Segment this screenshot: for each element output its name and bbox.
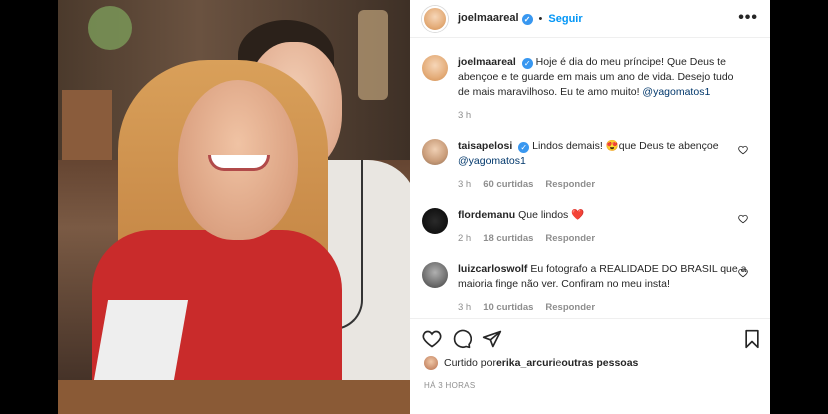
backdrop [770,0,828,414]
reply-button[interactable]: Responder [545,231,595,246]
photo-decoration [62,90,112,160]
caption-mention[interactable]: @yagomatos1 [642,86,710,98]
heart-icon[interactable] [422,329,442,349]
photo-table [58,380,410,414]
comment-time[interactable]: 3 h [458,300,471,315]
liked-by: Curtido por erika_arcuri e outras pessoa… [424,356,638,370]
post-panel: joelmaareal ✓ • Seguir ••• joelmaareal ✓ … [410,0,770,414]
comment-avatar[interactable] [422,208,448,234]
comment-item: luizcarloswolf Eu fotografo a REALIDADE … [422,262,758,315]
reply-button[interactable]: Responder [545,300,595,315]
comment-item: taisapelosi ✓ Lindos demais! 😍que Deus t… [422,139,758,192]
screen: joelmaareal ✓ • Seguir ••• joelmaareal ✓ … [0,0,828,414]
photo-decoration [88,6,132,50]
post-photo[interactable] [58,0,410,414]
comment-username[interactable]: flordemanu [458,209,515,221]
comment-avatar[interactable] [422,139,448,165]
photo-decoration [358,10,388,100]
verified-icon: ✓ [521,14,533,25]
caption-avatar[interactable] [422,55,448,81]
comment-likes[interactable]: 18 curtidas [483,231,533,246]
reply-button[interactable]: Responder [545,177,595,192]
author-username[interactable]: joelmaareal ✓ [458,12,533,25]
caption: joelmaareal ✓ Hoje é dia do meu príncipe… [422,55,758,123]
like-comment-icon[interactable] [738,145,748,155]
comment-item: flordemanu Que lindos ❤️ 2 h 18 curtidas… [422,208,758,246]
comment-mention[interactable]: @yagomatos1 [458,155,526,167]
liked-by-others[interactable]: outras pessoas [561,357,638,369]
verified-icon: ✓ [518,142,530,153]
share-icon[interactable] [482,329,502,349]
verified-icon: ✓ [521,58,533,69]
woman-smile [208,155,270,171]
comment-text: Que lindos ❤️ [518,209,585,221]
bookmark-icon[interactable] [742,329,762,349]
comment-avatar[interactable] [422,262,448,288]
comment-icon[interactable] [452,329,472,349]
comment-username[interactable]: luizcarloswolf [458,263,527,275]
post-timestamp[interactable]: HÁ 3 HORAS [424,381,475,390]
like-comment-icon[interactable] [738,214,748,224]
comment-likes[interactable]: 60 curtidas [483,177,533,192]
follow-button[interactable]: Seguir [548,13,582,25]
author-username-text[interactable]: joelmaareal [458,12,519,24]
more-options-icon[interactable]: ••• [738,10,758,26]
comment-time[interactable]: 2 h [458,231,471,246]
comments-list[interactable]: joelmaareal ✓ Hoje é dia do meu príncipe… [410,39,770,317]
liker-avatar[interactable] [424,356,438,370]
like-comment-icon[interactable] [738,268,748,278]
comment-text: Lindos demais! 😍que Deus te abençoe [532,140,719,152]
comment-time[interactable]: 3 h [458,177,471,192]
post-header: joelmaareal ✓ • Seguir ••• [410,0,770,38]
comment-username[interactable]: taisapelosi [458,140,512,152]
action-bar [410,318,770,358]
liked-by-prefix: Curtido por [444,357,496,369]
caption-time[interactable]: 3 h [458,108,471,123]
separator-dot: • [538,12,543,25]
liked-by-user[interactable]: erika_arcuri [496,357,556,369]
caption-username[interactable]: joelmaareal [458,56,516,68]
comment-likes[interactable]: 10 curtidas [483,300,533,315]
author-avatar[interactable] [422,5,448,32]
